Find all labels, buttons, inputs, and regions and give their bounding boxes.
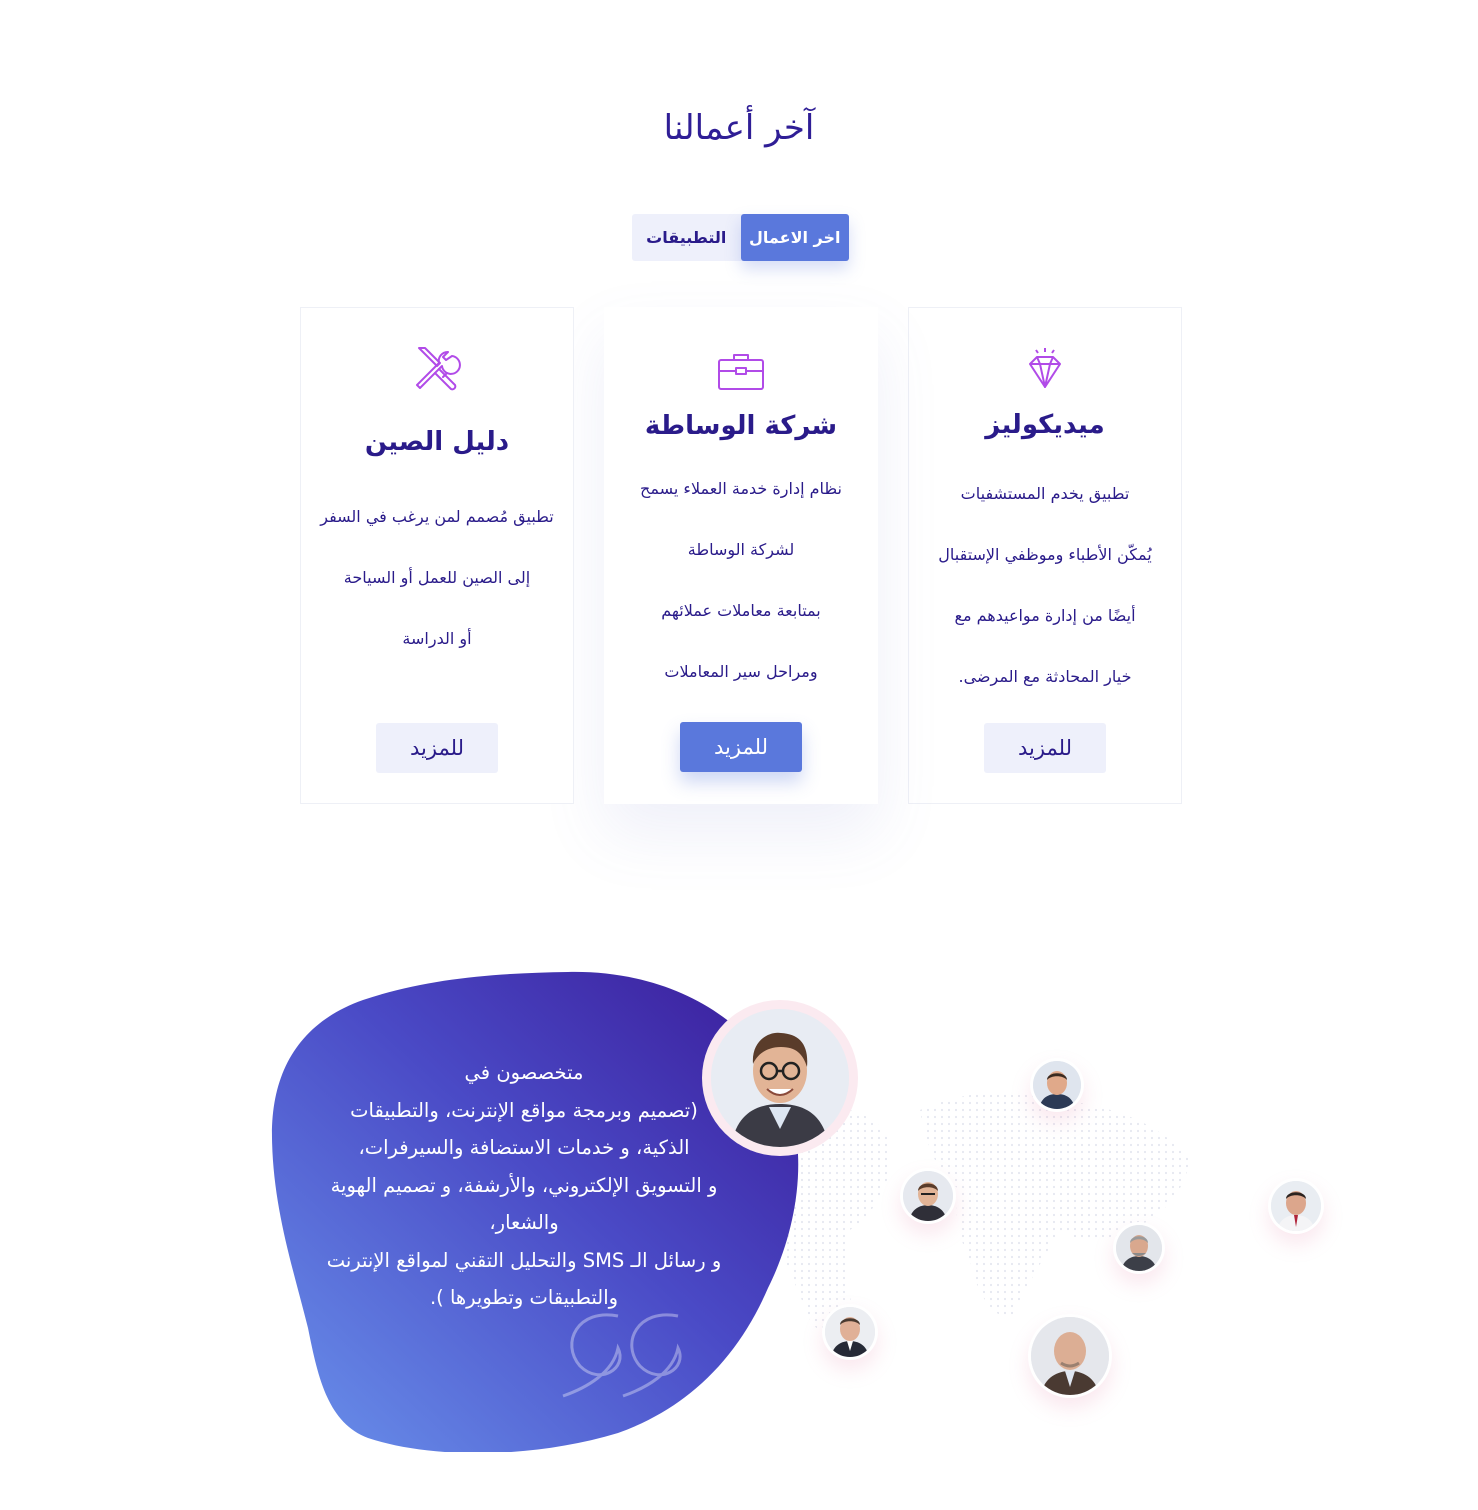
- about-text-line: الذكية، و خدمات الاستضافة والسيرفرات،: [358, 1136, 690, 1159]
- card-description-line: أو الدراسة: [402, 629, 472, 648]
- tools-icon: [416, 347, 461, 391]
- section-title: آخر أعمالنا: [663, 108, 815, 148]
- person-photo-icon: [1271, 1181, 1321, 1231]
- card-description-line: يُمكّن الأطباء وموظفي الإستقبال: [938, 545, 1152, 564]
- card-title: دليل الصين: [364, 427, 510, 457]
- person-photo-icon: [825, 1307, 875, 1357]
- card-description-line: نظام إدارة خدمة العملاء يسمح: [640, 479, 842, 498]
- card-title: شركة الوساطة: [644, 411, 838, 441]
- card-description-line: أيضًا من إدارة مواعيدهم مع: [954, 606, 1136, 625]
- project-card-china-guide: دليل الصين تطبيق مُصمم لمن يرغب في السفر…: [300, 307, 574, 804]
- about-text-line: متخصصون في: [464, 1061, 584, 1084]
- team-member-avatar: [822, 1304, 878, 1360]
- briefcase-icon: [718, 354, 764, 390]
- project-card-brokerage: شركة الوساطة نظام إدارة خدمة العملاء يسم…: [604, 307, 878, 804]
- person-photo-icon: [1031, 1317, 1109, 1395]
- card-description-line: إلى الصين للعمل أو السياحة: [343, 568, 531, 587]
- about-text-line: (تصميم وبرمجة مواقع الإنترنت، والتطبيقات: [350, 1098, 698, 1122]
- tab-latest-works[interactable]: اخر الاعمال: [740, 214, 849, 261]
- tab-apps[interactable]: التطبيقات: [632, 214, 741, 261]
- person-photo-icon: [903, 1171, 953, 1221]
- card-description-line: لشركة الوساطة: [687, 540, 795, 559]
- diamond-icon: [1029, 348, 1061, 388]
- about-text-line: والشعار،: [489, 1211, 559, 1234]
- card-description-line: تطبيق يخدم المستشفيات: [960, 484, 1130, 503]
- about-text-line: و التسويق الإلكتروني، والأرشفة، و تصميم …: [330, 1173, 718, 1197]
- card-title: ميديكوليز: [985, 410, 1105, 440]
- team-member-avatar: [1030, 1058, 1084, 1112]
- card-description-line: خيار المحادثة مع المرضى.: [958, 667, 1132, 686]
- card-description-line: بمتابعة معاملات عملائهم: [661, 601, 821, 620]
- team-member-avatar: [1028, 1314, 1112, 1398]
- card-description-line: تطبيق مُصمم لمن يرغب في السفر: [320, 507, 554, 526]
- team-member-avatar: [1268, 1178, 1324, 1234]
- team-member-avatar-featured: [702, 1000, 858, 1156]
- about-text-line: و رسائل الـ SMS والتحليل التقني لمواقع ا…: [326, 1248, 722, 1272]
- more-button[interactable]: للمزيد: [376, 723, 498, 773]
- person-photo-icon: [1116, 1225, 1162, 1271]
- more-button[interactable]: للمزيد: [984, 723, 1106, 773]
- project-card-medicolize: ميديكوليز تطبيق يخدم المستشفيات يُمكّن ا…: [908, 307, 1182, 804]
- card-description-line: ومراحل سير المعاملات: [664, 662, 818, 681]
- person-photo-icon: [1033, 1061, 1081, 1109]
- portfolio-tabs: التطبيقات اخر الاعمال: [632, 214, 849, 261]
- person-photo-icon: [711, 1009, 849, 1147]
- about-text-line: والتطبيقات وتطويرها ).: [429, 1286, 619, 1309]
- more-button[interactable]: للمزيد: [680, 722, 802, 772]
- team-member-avatar: [1113, 1222, 1165, 1274]
- team-member-avatar: [900, 1168, 956, 1224]
